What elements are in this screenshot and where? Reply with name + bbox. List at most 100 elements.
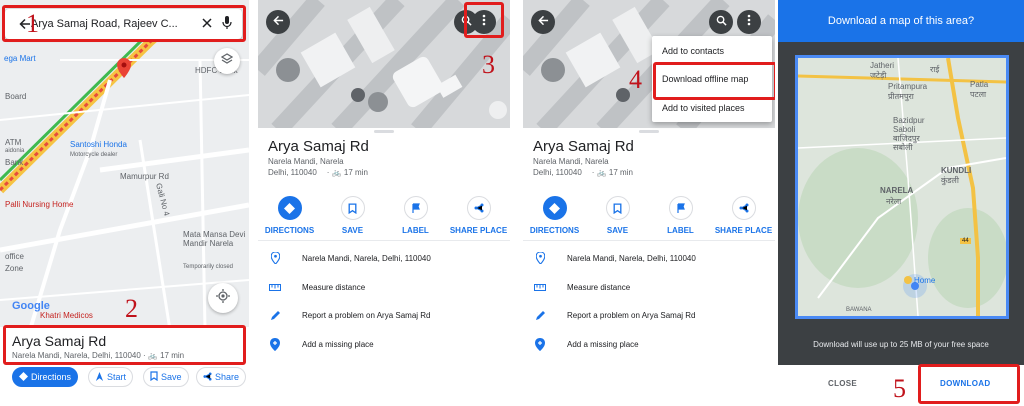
map-label-rai: राई — [930, 65, 940, 74]
add-missing-place-label: Add a missing place — [302, 339, 374, 349]
map-label-mandir: Mata Mansa Devi Mandir Narela — [183, 230, 246, 248]
map-label-bawana: BAWANA — [846, 307, 872, 313]
measure-distance-label: Measure distance — [567, 282, 631, 292]
map-label-patla-hi: पटला — [970, 90, 987, 99]
map-label-santoshi-honda-sub: Motorcycle dealer — [70, 152, 118, 158]
map-label-office: office — [5, 252, 24, 261]
drag-handle[interactable] — [639, 130, 659, 133]
directions-action[interactable]: DIRECTIONS — [526, 196, 584, 235]
add-missing-place-row[interactable]: Add a missing place — [268, 336, 374, 352]
place-address-line2: Delhi, 110040 — [533, 168, 582, 177]
pencil-icon — [533, 308, 547, 322]
add-missing-place-row[interactable]: Add a missing place — [533, 336, 639, 352]
download-area-map[interactable]: Jatheri जटेड़ी राई Patla पटला Pritampura… — [795, 55, 1009, 319]
report-problem-label: Report a problem on Arya Samaj Rd — [567, 310, 696, 320]
search-icon — [716, 13, 727, 31]
save-chip[interactable]: Save — [143, 367, 189, 387]
address-row[interactable]: Narela Mandi, Narela, Delhi, 110040 — [268, 250, 431, 266]
divider — [523, 240, 775, 241]
home-pin-icon — [904, 276, 912, 284]
close-button[interactable]: CLOSE — [828, 379, 857, 388]
back-button[interactable] — [531, 10, 555, 34]
dialog-title: Download a map of this area? — [778, 0, 1024, 42]
highway-shield: 44 — [960, 238, 971, 244]
search-button[interactable] — [709, 10, 733, 34]
save-action[interactable]: SAVE — [589, 196, 647, 235]
share-place-action[interactable]: SHARE PLACE — [450, 196, 508, 235]
travel-time-value: 17 min — [343, 168, 368, 177]
address-row[interactable]: Narela Mandi, Narela, Delhi, 110040 — [533, 250, 696, 266]
map-roads — [0, 0, 249, 330]
save-chip-label: Save — [161, 372, 182, 382]
map-label-narela-hi: नरेला — [886, 197, 902, 206]
directions-icon — [277, 196, 302, 220]
map-label-mamurpur-rd: Mamurpur Rd — [120, 172, 169, 181]
place-card: Arya Samaj Rd Narela Mandi, Narela Delhi… — [258, 128, 510, 406]
measure-distance-row[interactable]: Measure distance — [268, 279, 365, 295]
more-vert-icon — [747, 13, 751, 31]
map-label-home: Home — [914, 276, 936, 285]
action-bar: DIRECTIONS SAVE LABEL SHARE PLACE — [523, 196, 775, 235]
back-button[interactable] — [266, 10, 290, 34]
navigation-arrow-icon — [95, 371, 104, 383]
map-label-jatheri: Jatheri — [870, 61, 895, 70]
ruler-icon — [533, 280, 547, 294]
add-missing-place-label: Add a missing place — [567, 339, 639, 349]
map-label-board: Board — [5, 92, 27, 101]
location-pin-icon[interactable] — [117, 58, 131, 83]
place-address-line1: Narela Mandi, Narela — [533, 157, 609, 166]
map-label-khatri-medicos: Khatri Medicos — [40, 311, 93, 320]
map-label-bazidpur: Bazidpur Saboli बाजिदपुर सबोली — [893, 116, 925, 152]
label-action[interactable]: LABEL — [387, 196, 445, 235]
flag-icon — [668, 196, 693, 220]
map-label-nursing-home: Palli Nursing Home — [5, 200, 74, 209]
my-location-icon — [216, 288, 230, 308]
directions-icon — [542, 196, 567, 220]
share-place-action[interactable]: SHARE PLACE — [715, 196, 773, 235]
report-problem-row[interactable]: Report a problem on Arya Samaj Rd — [533, 307, 696, 323]
travel-time: · 🚲 17 min — [326, 168, 368, 177]
report-problem-row[interactable]: Report a problem on Arya Samaj Rd — [268, 307, 431, 323]
share-chip-label: Share — [215, 372, 240, 382]
map-label-pritampura-hi: प्रीतमपुरा — [888, 92, 914, 101]
step-number-2: 2 — [125, 294, 138, 323]
save-action[interactable]: SAVE — [324, 196, 382, 235]
back-arrow-icon — [537, 13, 549, 31]
map-label-ega-mart: ega Mart — [4, 54, 36, 63]
label-action[interactable]: LABEL — [652, 196, 710, 235]
divider — [258, 240, 510, 241]
place-details-screen: Arya Samaj Rd Narela Mandi, Narela Delhi… — [258, 0, 510, 406]
highlight-box-place — [3, 325, 246, 365]
add-location-icon — [268, 337, 282, 351]
share-chip[interactable]: Share — [196, 367, 247, 387]
directions-chip[interactable]: Directions — [12, 367, 79, 387]
directions-label: DIRECTIONS — [264, 226, 315, 235]
drag-handle[interactable] — [374, 130, 394, 133]
more-options-button[interactable] — [737, 10, 761, 34]
layers-icon — [220, 52, 234, 70]
start-chip[interactable]: Start — [88, 367, 134, 387]
map-label-mandir-sub: Temporarily closed — [183, 264, 234, 270]
pin-icon — [268, 251, 282, 265]
share-place-label: SHARE PLACE — [714, 226, 773, 235]
google-logo: Google — [12, 300, 50, 312]
map-label-pritampura: Pritampura — [888, 82, 928, 91]
menu-item-add-to-contacts[interactable]: Add to contacts — [662, 46, 724, 56]
download-size-note: Download will use up to 25 MB of your fr… — [813, 340, 989, 349]
my-location-button[interactable] — [208, 283, 238, 313]
measure-distance-label: Measure distance — [302, 282, 366, 292]
label-label: LABEL — [667, 226, 694, 235]
address-row-label: Narela Mandi, Narela, Delhi, 110040 — [302, 253, 431, 263]
save-label: SAVE — [606, 226, 629, 235]
directions-icon — [19, 371, 28, 383]
place-address-line1: Narela Mandi, Narela — [268, 157, 344, 166]
menu-item-add-to-visited-places[interactable]: Add to visited places — [662, 103, 745, 113]
directions-action[interactable]: DIRECTIONS — [261, 196, 319, 235]
map-view[interactable]: ega Mart HDFC Bank Board Santoshi Honda … — [0, 0, 249, 330]
layers-button[interactable] — [214, 48, 240, 74]
back-arrow-icon — [272, 13, 284, 31]
ruler-icon — [268, 280, 282, 294]
measure-distance-row[interactable]: Measure distance — [533, 279, 630, 295]
map-label-bank: Bank — [5, 158, 24, 167]
map-label-jatheri-hi: जटेड़ी — [870, 71, 887, 80]
